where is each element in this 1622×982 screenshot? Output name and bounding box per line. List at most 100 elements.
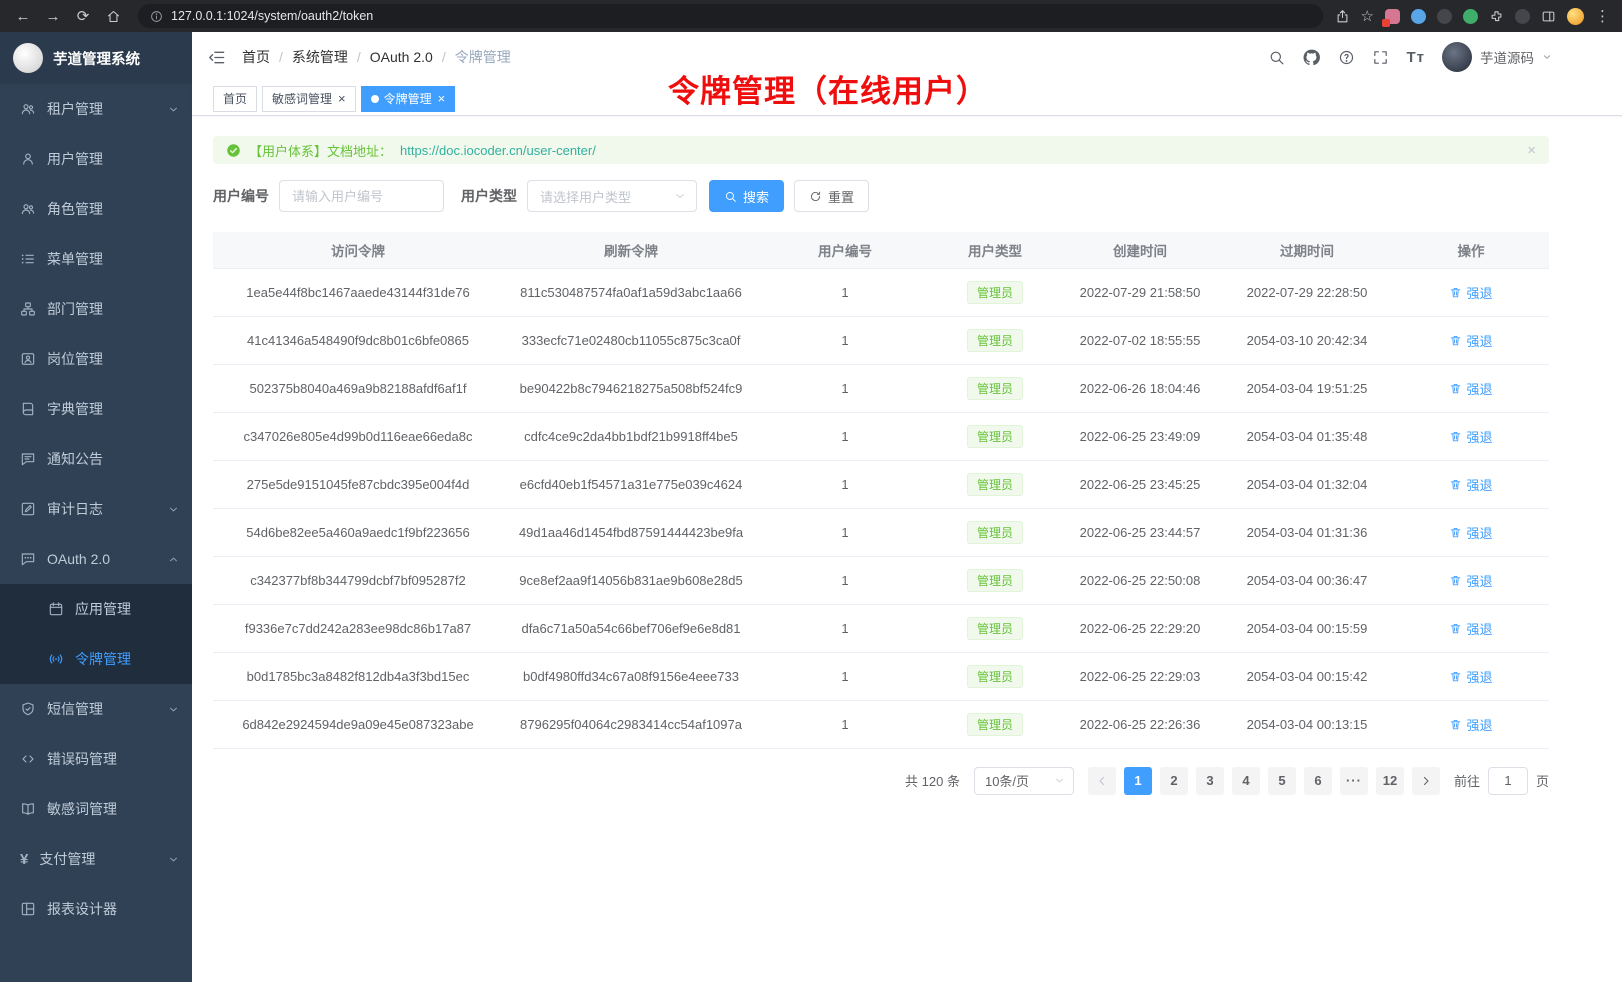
browser-menu-icon[interactable]: ⋮ bbox=[1595, 7, 1610, 25]
prev-page-button[interactable] bbox=[1088, 767, 1116, 795]
sidebar-item-report-designer[interactable]: 报表设计器 bbox=[0, 884, 192, 934]
access-token-cell: 1ea5e44f8bc1467aaede43144f31de76 bbox=[213, 268, 503, 316]
browser-reload-icon[interactable]: ⟳ bbox=[70, 3, 96, 29]
fullscreen-icon[interactable] bbox=[1372, 49, 1389, 66]
github-icon[interactable] bbox=[1302, 48, 1321, 67]
breadcrumb-item[interactable]: 首页 bbox=[242, 47, 270, 67]
tab-sensitive-word[interactable]: 敏感词管理× bbox=[262, 86, 356, 112]
alert-close-icon[interactable]: × bbox=[1527, 142, 1536, 159]
sidebar-item-tenant[interactable]: 租户管理 bbox=[0, 84, 192, 134]
page-button-12[interactable]: 12 bbox=[1376, 767, 1404, 795]
trash-icon bbox=[1449, 430, 1462, 443]
browser-home-icon[interactable] bbox=[100, 3, 126, 29]
sidebar-item-post[interactable]: 岗位管理 bbox=[0, 334, 192, 384]
expire-time-cell: 2022-07-29 22:28:50 bbox=[1221, 268, 1393, 316]
sidebar-item-label: 审计日志 bbox=[47, 499, 103, 519]
user-id-cell: 1 bbox=[759, 364, 931, 412]
menu-fold-icon[interactable] bbox=[207, 48, 226, 67]
user-type-badge: 管理员 bbox=[967, 569, 1023, 592]
book-icon bbox=[20, 401, 36, 417]
share-icon[interactable] bbox=[1335, 9, 1350, 24]
bookmark-star-icon[interactable]: ☆ bbox=[1361, 7, 1374, 25]
sidebar-item-oauth2[interactable]: OAuth 2.0 bbox=[0, 534, 192, 584]
search-icon[interactable] bbox=[1268, 49, 1285, 66]
goto-page-input[interactable] bbox=[1488, 767, 1528, 795]
sidebar-item-audit-log[interactable]: 审计日志 bbox=[0, 484, 192, 534]
extension-icon[interactable] bbox=[1515, 9, 1530, 24]
sidebar-item-menu[interactable]: 菜单管理 bbox=[0, 234, 192, 284]
filter-form: 用户编号 用户类型 请选择用户类型 搜索 重置 bbox=[213, 180, 1549, 212]
help-icon[interactable] bbox=[1338, 49, 1355, 66]
breadcrumb-item[interactable]: 系统管理 bbox=[292, 47, 348, 67]
page-button-3[interactable]: 3 bbox=[1196, 767, 1224, 795]
browser-forward-icon[interactable]: → bbox=[40, 3, 66, 29]
sidebar-item-notice[interactable]: 通知公告 bbox=[0, 434, 192, 484]
force-logout-button[interactable]: 强退 bbox=[1449, 619, 1492, 638]
sidebar-item-user[interactable]: 用户管理 bbox=[0, 134, 192, 184]
address-bar[interactable]: 127.0.0.1:1024/system/oauth2/token bbox=[138, 4, 1323, 28]
tab-close-icon[interactable]: × bbox=[338, 92, 346, 105]
layout-icon bbox=[20, 901, 36, 917]
user-menu[interactable]: 芋道源码 bbox=[1442, 42, 1552, 72]
tab-close-icon[interactable]: × bbox=[438, 92, 446, 105]
force-logout-button[interactable]: 强退 bbox=[1449, 523, 1492, 542]
next-page-button[interactable] bbox=[1412, 767, 1440, 795]
site-info-icon[interactable] bbox=[150, 10, 163, 23]
access-token-cell: c347026e805e4d99b0d116eae66eda8c bbox=[213, 412, 503, 460]
sidebar-item-role[interactable]: 角色管理 bbox=[0, 184, 192, 234]
browser-profile-avatar[interactable] bbox=[1567, 8, 1584, 25]
page-button-1[interactable]: 1 bbox=[1124, 767, 1152, 795]
sidebar-item-oauth2-token[interactable]: 令牌管理 bbox=[0, 634, 192, 684]
user-type-cell: 管理员 bbox=[931, 412, 1059, 460]
page-button-2[interactable]: 2 bbox=[1160, 767, 1188, 795]
sidebar-item-label: 角色管理 bbox=[47, 199, 103, 219]
extension-icon[interactable] bbox=[1463, 9, 1478, 24]
search-button[interactable]: 搜索 bbox=[709, 180, 784, 212]
extension-icon[interactable] bbox=[1385, 9, 1400, 24]
force-logout-button[interactable]: 强退 bbox=[1449, 379, 1492, 398]
force-logout-button[interactable]: 强退 bbox=[1449, 667, 1492, 686]
app-icon bbox=[48, 601, 64, 617]
extensions-puzzle-icon[interactable] bbox=[1489, 9, 1504, 24]
page-button-5[interactable]: 5 bbox=[1268, 767, 1296, 795]
sidebar-item-sensitive-word[interactable]: 敏感词管理 bbox=[0, 784, 192, 834]
page-button-6[interactable]: 6 bbox=[1304, 767, 1332, 795]
breadcrumb-item[interactable]: OAuth 2.0 bbox=[370, 49, 433, 65]
page-button-4[interactable]: 4 bbox=[1232, 767, 1260, 795]
sidebar-item-dept[interactable]: 部门管理 bbox=[0, 284, 192, 334]
extension-icon[interactable] bbox=[1411, 9, 1426, 24]
main-area: 首页/系统管理/OAuth 2.0/令牌管理 Tт 芋道源码 首页敏感词管理×令… bbox=[192, 32, 1622, 982]
force-logout-label: 强退 bbox=[1466, 523, 1492, 542]
font-size-icon[interactable]: Tт bbox=[1406, 49, 1425, 66]
breadcrumb-separator: / bbox=[279, 49, 283, 65]
force-logout-button[interactable]: 强退 bbox=[1449, 283, 1492, 302]
force-logout-button[interactable]: 强退 bbox=[1449, 715, 1492, 734]
force-logout-button[interactable]: 强退 bbox=[1449, 475, 1492, 494]
sidebar-item-oauth2-app[interactable]: 应用管理 bbox=[0, 584, 192, 634]
split-view-icon[interactable] bbox=[1541, 9, 1556, 24]
user-type-select[interactable]: 请选择用户类型 bbox=[527, 180, 697, 212]
user-type-badge: 管理员 bbox=[967, 665, 1023, 688]
tab-oauth2-token[interactable]: 令牌管理× bbox=[361, 86, 456, 112]
browser-back-icon[interactable]: ← bbox=[10, 3, 36, 29]
force-logout-button[interactable]: 强退 bbox=[1449, 571, 1492, 590]
pager-more-button[interactable]: ··· bbox=[1340, 767, 1368, 795]
sidebar-item-dict[interactable]: 字典管理 bbox=[0, 384, 192, 434]
force-logout-button[interactable]: 强退 bbox=[1449, 331, 1492, 350]
users-icon bbox=[20, 101, 36, 117]
force-logout-label: 强退 bbox=[1466, 427, 1492, 446]
sidebar-item-sms[interactable]: 短信管理 bbox=[0, 684, 192, 734]
sidebar-item-pay[interactable]: ¥支付管理 bbox=[0, 834, 192, 884]
refresh-token-cell: 8796295f04064c2983414cc54af1097a bbox=[503, 700, 759, 748]
tokens-table: 访问令牌刷新令牌用户编号用户类型创建时间过期时间操作1ea5e44f8bc146… bbox=[213, 232, 1549, 749]
force-logout-button[interactable]: 强退 bbox=[1449, 427, 1492, 446]
extension-icon[interactable] bbox=[1437, 9, 1452, 24]
doc-link[interactable]: https://doc.iocoder.cn/user-center/ bbox=[400, 143, 596, 158]
sidebar-item-error-code[interactable]: 错误码管理 bbox=[0, 734, 192, 784]
reset-button[interactable]: 重置 bbox=[794, 180, 869, 212]
sidebar-menu: 租户管理用户管理角色管理菜单管理部门管理岗位管理字典管理通知公告审计日志 OAut… bbox=[0, 84, 192, 982]
tab-home[interactable]: 首页 bbox=[213, 86, 257, 112]
user-id-input[interactable] bbox=[279, 180, 444, 212]
page-size-select[interactable]: 10条/页 bbox=[974, 767, 1074, 795]
app-logo[interactable]: 芋道管理系统 bbox=[0, 32, 192, 84]
